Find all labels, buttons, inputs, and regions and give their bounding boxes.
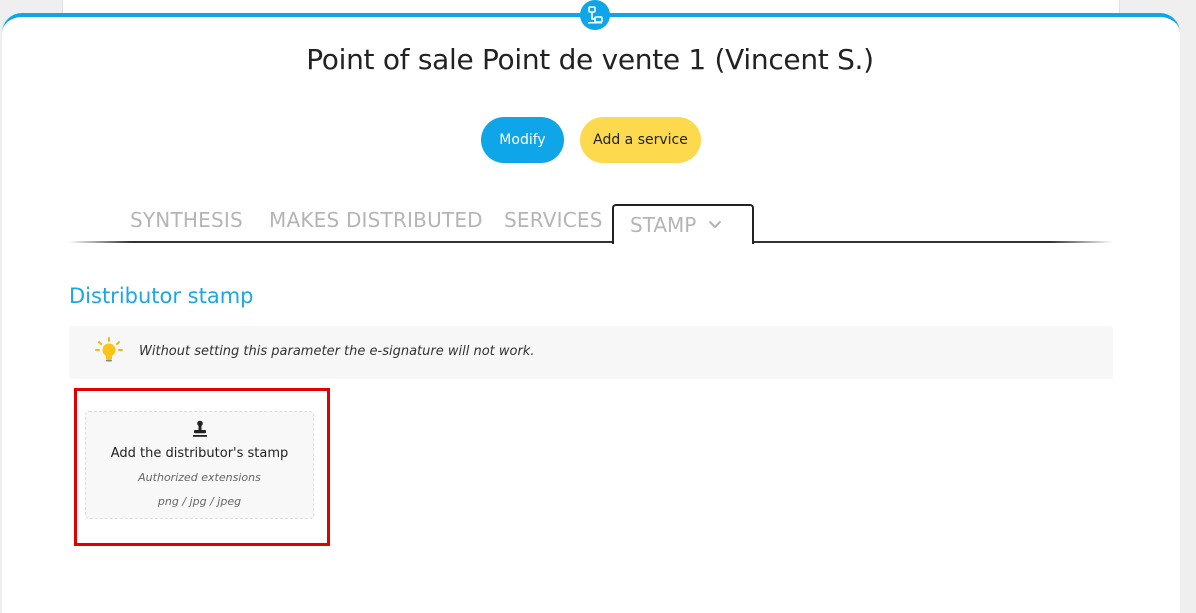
lightbulb-icon	[94, 337, 124, 370]
tab-services[interactable]: SERVICES	[504, 208, 603, 232]
upload-subtitle: Authorized extensions	[138, 471, 261, 484]
info-banner: Without setting this parameter the e-sig…	[69, 326, 1113, 379]
modify-button[interactable]: Modify	[481, 117, 564, 163]
chevron-down-icon	[708, 220, 722, 230]
network-icon	[580, 0, 610, 30]
upload-title: Add the distributor's stamp	[110, 446, 289, 461]
tab-stamp-label: STAMP	[630, 213, 697, 237]
tab-makes-distributed[interactable]: MAKES DISTRIBUTED	[269, 208, 483, 232]
upload-extensions: png / jpg / jpeg	[157, 495, 242, 508]
tab-synthesis[interactable]: SYNTHESIS	[130, 208, 243, 232]
page-title: Point of sale Point de vente 1 (Vincent …	[306, 43, 874, 76]
stamp-upload-dropzone[interactable]: Add the distributor's stamp Authorized e…	[85, 411, 314, 519]
tab-stamp[interactable]: STAMP	[612, 204, 754, 244]
tabs-underline	[68, 241, 1113, 243]
section-title: Distributor stamp	[69, 284, 254, 308]
info-text: Without setting this parameter the e-sig…	[139, 344, 535, 359]
add-service-button[interactable]: Add a service	[580, 117, 701, 163]
stamp-icon	[192, 420, 208, 443]
